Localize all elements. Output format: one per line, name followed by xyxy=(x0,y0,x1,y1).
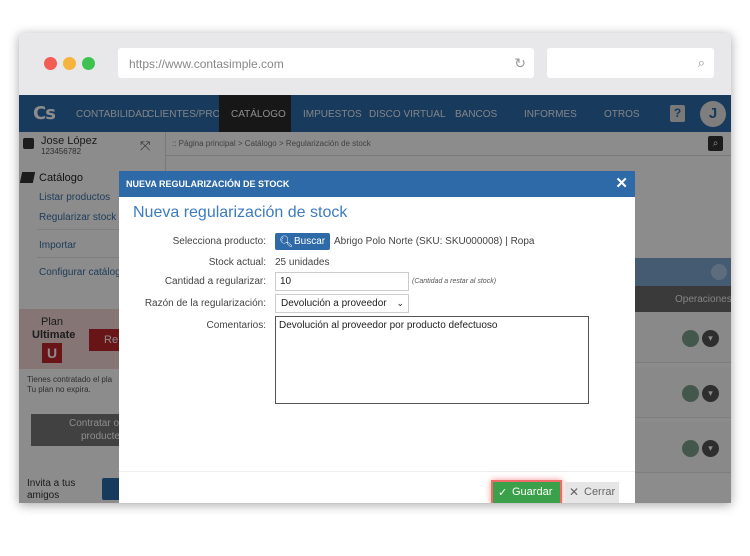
cancel-button[interactable]: ✕ Cerrar xyxy=(565,482,619,503)
quantity-value: 10 xyxy=(280,276,292,287)
dialog-title: Nueva regularización de stock xyxy=(133,204,348,221)
check-icon: ✓ xyxy=(498,487,508,499)
reason-select[interactable]: Devolución a proveedor ⌄ xyxy=(275,294,409,313)
stock-adjustment-dialog: NUEVA REGULARIZACIÓN DE STOCK ✕ Nueva re… xyxy=(119,171,635,503)
browser-search-box[interactable]: ⌕ xyxy=(547,48,714,78)
url-text: https://www.contasimple.com xyxy=(129,57,284,71)
comments-textarea[interactable]: Devolución al proveedor por producto def… xyxy=(275,316,589,404)
close-icon[interactable]: ✕ xyxy=(615,174,628,192)
browser-window: https://www.contasimple.com ↻ ⌕ Cs CONTA… xyxy=(19,33,731,503)
address-bar[interactable]: https://www.contasimple.com ↻ xyxy=(118,48,534,78)
quantity-label: Cantidad a regularizar: xyxy=(164,276,266,287)
product-label: Selecciona producto: xyxy=(172,236,266,247)
save-label: Guardar xyxy=(512,486,553,498)
buscar-button[interactable]: 🔍︎ Buscar xyxy=(275,233,330,250)
search-icon: ⌕ xyxy=(697,55,705,70)
reason-label: Razón de la regularización: xyxy=(144,298,266,309)
chevron-down-icon: ⌄ xyxy=(396,298,404,308)
browser-chrome: https://www.contasimple.com ↻ ⌕ xyxy=(19,33,731,95)
comments-label: Comentarios: xyxy=(206,320,266,331)
buscar-label: Buscar xyxy=(294,236,326,247)
maximize-window-button[interactable] xyxy=(82,57,95,70)
comments-value: Devolución al proveedor por producto def… xyxy=(279,320,498,331)
reason-value: Devolución a proveedor xyxy=(281,298,387,309)
selected-product: Abrigo Polo Norte (SKU: SKU000008) | Rop… xyxy=(334,236,535,247)
stock-label: Stock actual: xyxy=(208,257,266,268)
close-window-button[interactable] xyxy=(44,57,57,70)
cancel-label: Cerrar xyxy=(584,486,616,498)
close-icon: ✕ xyxy=(569,485,580,499)
quantity-hint: (Cantidad a restar al stock) xyxy=(412,278,497,285)
search-icon: 🔍︎ xyxy=(279,236,293,248)
dialog-header: NUEVA REGULARIZACIÓN DE STOCK ✕ xyxy=(119,171,635,197)
quantity-input[interactable]: 10 xyxy=(275,272,409,291)
save-button[interactable]: ✓ Guardar xyxy=(493,482,560,503)
dialog-header-title: NUEVA REGULARIZACIÓN DE STOCK xyxy=(126,179,290,189)
minimize-window-button[interactable] xyxy=(63,57,76,70)
dialog-footer-divider xyxy=(119,471,635,472)
stock-value: 25 unidades xyxy=(275,257,330,268)
reload-icon[interactable]: ↻ xyxy=(514,55,526,72)
